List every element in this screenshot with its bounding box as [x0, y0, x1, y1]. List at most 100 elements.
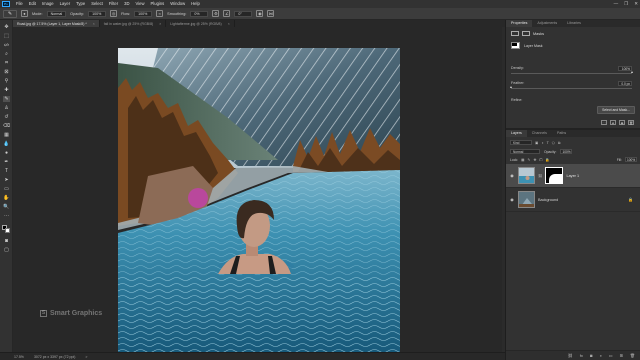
add-mask-icon[interactable]: ◙	[590, 353, 592, 358]
density-slider[interactable]	[511, 73, 632, 74]
kind-filter-select[interactable]: Kind	[510, 140, 532, 145]
vector-mask-icon[interactable]	[522, 31, 530, 36]
hand-tool-icon[interactable]: ✋	[3, 195, 10, 201]
lock-artboard-icon[interactable]: ⧠	[540, 158, 543, 162]
tab-properties[interactable]: Properties	[506, 20, 533, 27]
layer-name[interactable]: Background	[538, 198, 558, 202]
background-color-swatch[interactable]	[5, 228, 10, 233]
restore-icon[interactable]: ❐	[624, 0, 628, 8]
menu-image[interactable]: Image	[39, 0, 57, 8]
layer-1-mask-thumbnail[interactable]	[545, 167, 564, 184]
menu-help[interactable]: Help	[188, 0, 203, 8]
select-and-mask-button[interactable]: Select and Mask...	[597, 106, 635, 114]
load-selection-icon[interactable]: ⬚	[601, 120, 607, 125]
tab-adjustments[interactable]: Adjustments	[532, 20, 562, 27]
tab-fall-in-water[interactable]: fall in water.jpg @ 25% (RGB/8) ×	[100, 20, 167, 27]
angle-icon[interactable]: ∠	[223, 10, 231, 17]
pixel-filter-icon[interactable]: ▣	[535, 141, 538, 145]
screen-mode-icon[interactable]: ▢	[3, 247, 10, 253]
pen-tool-icon[interactable]: ✒	[3, 159, 10, 165]
density-slider-knob[interactable]	[630, 71, 633, 73]
lock-position-icon[interactable]: ✥	[534, 158, 537, 162]
layer-row-background[interactable]: ◉ Background 🔒	[506, 188, 640, 212]
feather-slider[interactable]	[511, 88, 632, 89]
eyedropper-tool-icon[interactable]: ⚲	[3, 78, 10, 84]
pressure-size-icon[interactable]: ◉	[256, 10, 264, 17]
visibility-eye-icon[interactable]: ◉	[509, 173, 515, 178]
apply-mask-icon[interactable]: ◈	[610, 120, 616, 125]
history-brush-tool-icon[interactable]: ↺	[3, 114, 10, 120]
menu-type[interactable]: Type	[73, 0, 88, 8]
tab-layers[interactable]: Layers	[506, 130, 527, 137]
menu-edit[interactable]: Edit	[26, 0, 39, 8]
type-filter-icon[interactable]: T	[547, 141, 549, 145]
close-tab-icon[interactable]: ×	[159, 22, 161, 26]
marquee-tool-icon[interactable]: ⬚	[3, 33, 10, 39]
adjustment-filter-icon[interactable]: ◑	[541, 141, 543, 145]
brush-tool-icon[interactable]: ✎	[3, 96, 10, 102]
quick-select-tool-icon[interactable]: ⌕	[3, 51, 10, 57]
zoom-tool-icon[interactable]: 🔍	[3, 204, 10, 210]
angle-field[interactable]: 0°	[234, 10, 253, 17]
pixel-mask-icon[interactable]	[511, 31, 519, 36]
disable-mask-icon[interactable]: ◉	[619, 120, 625, 125]
close-tab-icon[interactable]: ×	[228, 22, 230, 26]
opacity-field[interactable]: 100%	[88, 10, 107, 17]
new-group-icon[interactable]: ▭	[609, 353, 613, 358]
document-canvas[interactable]	[118, 48, 400, 352]
delete-mask-icon[interactable]: 🗑	[628, 120, 634, 125]
mask-link-icon[interactable]: ⛓	[538, 174, 542, 178]
feather-slider-knob[interactable]	[509, 86, 512, 88]
feather-field[interactable]: 0.0 px	[618, 81, 632, 86]
adjustment-layer-icon[interactable]: ◑	[599, 353, 601, 358]
menu-3d[interactable]: 3D	[121, 0, 132, 8]
more-tools-icon[interactable]: ···	[3, 213, 10, 219]
flow-field[interactable]: 100%	[134, 10, 153, 17]
zoom-level[interactable]: 17.5%	[14, 355, 24, 359]
layer-name[interactable]: Layer 1	[566, 174, 579, 178]
rectangle-tool-icon[interactable]: ▭	[3, 186, 10, 192]
smoothing-gear-icon[interactable]: ⚙	[212, 10, 220, 17]
smoothing-field[interactable]: 0%	[190, 10, 209, 17]
close-icon[interactable]: ✕	[634, 0, 638, 8]
blur-tool-icon[interactable]: 💧	[3, 141, 10, 147]
brush-settings-icon[interactable]: ●	[21, 10, 28, 17]
smart-object-filter-icon[interactable]: ⧉	[558, 141, 561, 145]
link-layers-icon[interactable]: ⛓	[568, 353, 573, 358]
layer-opacity-field[interactable]: 100%	[560, 149, 573, 154]
menu-window[interactable]: Window	[167, 0, 188, 8]
menu-filter[interactable]: Filter	[106, 0, 121, 8]
menu-file[interactable]: File	[13, 0, 26, 8]
eraser-tool-icon[interactable]: ⌫	[3, 123, 10, 129]
minimize-icon[interactable]: —	[614, 0, 619, 8]
tab-channels[interactable]: Channels	[527, 130, 552, 137]
lock-all-icon[interactable]: 🔒	[545, 158, 549, 162]
shape-filter-icon[interactable]: ⬠	[552, 141, 555, 145]
menu-layer[interactable]: Layer	[57, 0, 73, 8]
frame-tool-icon[interactable]: ⊠	[3, 69, 10, 75]
clone-stamp-tool-icon[interactable]: ♙	[3, 105, 10, 111]
status-menu-arrow[interactable]: >	[85, 355, 87, 359]
move-tool-icon[interactable]: ✥	[3, 24, 10, 30]
fill-field[interactable]: 100%	[625, 157, 637, 162]
healing-brush-tool-icon[interactable]: ✚	[3, 87, 10, 93]
visibility-eye-icon[interactable]: ◉	[509, 197, 515, 202]
symmetry-icon[interactable]: ⋈	[267, 10, 275, 17]
tab-road[interactable]: Road.jpg @ 17.5% (Layer 1, Layer Mask/8)…	[13, 20, 100, 27]
tab-paths[interactable]: Paths	[552, 130, 571, 137]
lock-transparent-icon[interactable]: ▦	[521, 158, 524, 162]
menu-plugins[interactable]: Plugins	[148, 0, 168, 8]
lasso-tool-icon[interactable]: ᔕ	[3, 42, 10, 48]
airbrush-icon[interactable]: ≈	[156, 10, 164, 17]
path-selection-tool-icon[interactable]: ➤	[3, 177, 10, 183]
crop-tool-icon[interactable]: ⌗	[3, 60, 10, 66]
type-tool-icon[interactable]: T	[3, 168, 10, 174]
menu-select[interactable]: Select	[88, 0, 106, 8]
dodge-tool-icon[interactable]: ●	[3, 150, 10, 156]
tab-libraries[interactable]: Libraries	[562, 20, 586, 27]
gradient-tool-icon[interactable]: ▦	[3, 132, 10, 138]
new-layer-icon[interactable]: ⊞	[620, 353, 623, 358]
brush-preset-picker[interactable]: ✎	[3, 9, 17, 18]
blend-mode-select[interactable]: Normal	[510, 149, 540, 154]
layer-row-layer-1[interactable]: ◉ ⛓ Layer 1	[506, 164, 640, 188]
